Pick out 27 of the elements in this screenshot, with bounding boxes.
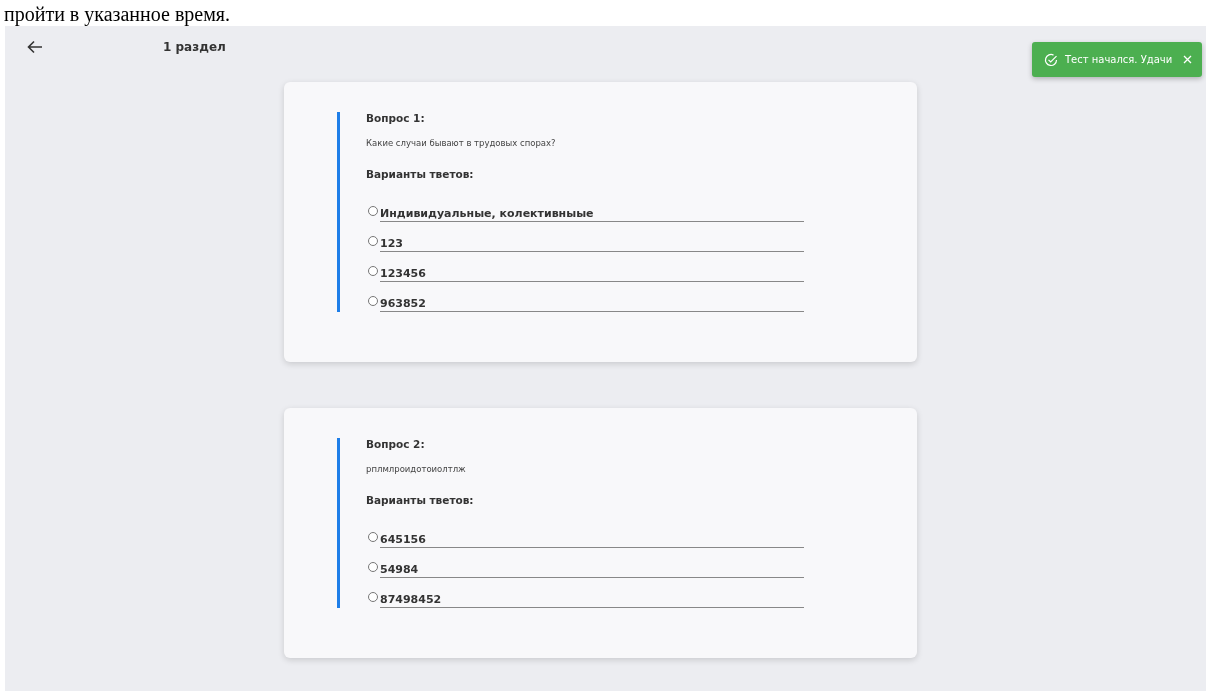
question-title: Вопрос 1: [366, 112, 426, 124]
answer-option: 963852 [380, 297, 804, 312]
radio-button[interactable] [368, 562, 378, 572]
close-icon [1183, 55, 1192, 64]
close-button[interactable] [1181, 53, 1194, 66]
document-text: пройти в указанное время. [4, 2, 231, 26]
check-circle-icon [1044, 52, 1058, 67]
answer-option: Индивидуальные, колективныые [380, 207, 804, 222]
radio-button[interactable] [368, 296, 378, 306]
radio-button[interactable] [368, 592, 378, 602]
radio-button[interactable] [368, 266, 378, 276]
question-title: Вопрос 2: [366, 438, 426, 450]
answer-option: 54984 [380, 563, 804, 578]
options-label: Варианты тветов: [366, 494, 475, 506]
answer-option: 645156 [380, 533, 804, 548]
radio-button[interactable] [368, 206, 378, 216]
options-label: Варианты тветов: [366, 168, 475, 180]
question-text: рплмлроидотоиолтлж [366, 464, 467, 474]
arrow-left-icon [27, 40, 43, 54]
radio-button[interactable] [368, 236, 378, 246]
toast-message: Тест начался. Удачи [1065, 54, 1174, 65]
question-text: Какие случаи бывают в трудовых спорах? [366, 138, 557, 148]
answer-option: 87498452 [380, 593, 804, 608]
radio-button[interactable] [368, 532, 378, 542]
section-title: 1 раздел [163, 40, 226, 54]
answer-option: 123 [380, 237, 804, 252]
answer-option: 123456 [380, 267, 804, 282]
